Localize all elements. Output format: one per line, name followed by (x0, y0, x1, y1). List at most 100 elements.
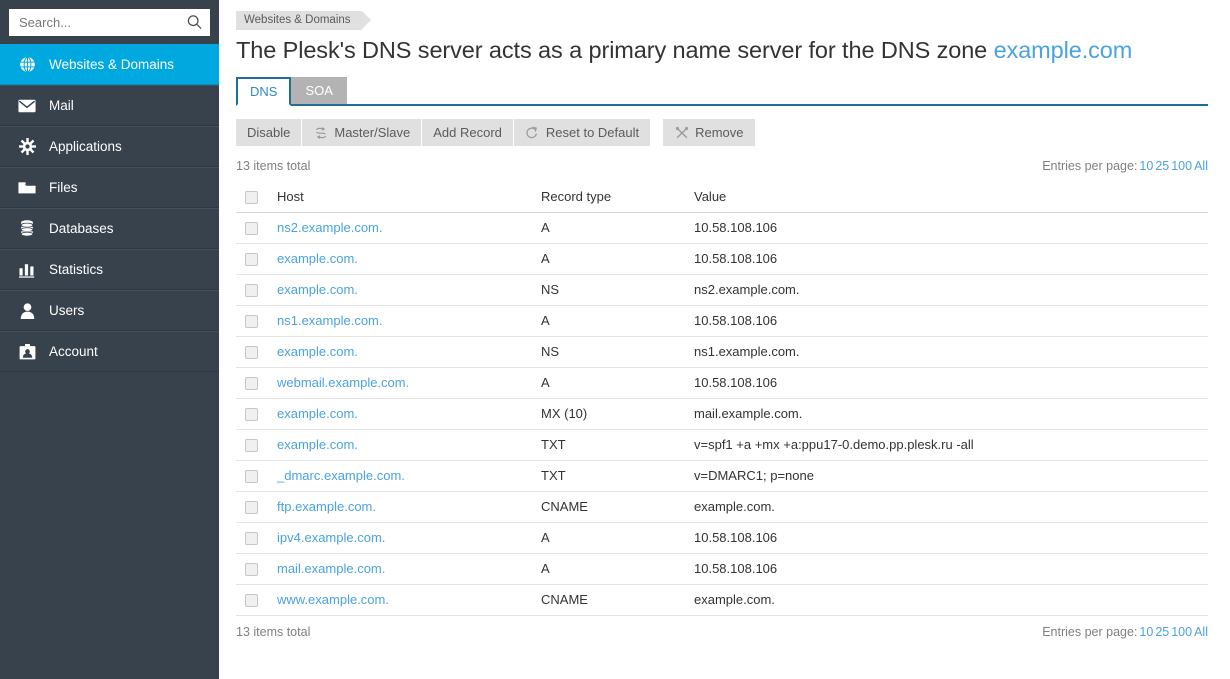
sidebar-item-users[interactable]: Users (0, 290, 219, 331)
entries-option-10[interactable]: 10 (1139, 159, 1153, 173)
host-link[interactable]: www.example.com. (277, 592, 389, 607)
row-checkbox[interactable] (245, 439, 258, 453)
add-record-button[interactable]: Add Record (422, 119, 513, 147)
row-checkbox[interactable] (245, 470, 258, 484)
row-checkbox[interactable] (245, 253, 258, 267)
row-select-cell (236, 553, 277, 585)
entries-option-10[interactable]: 10 (1139, 625, 1153, 639)
table-row: webmail.example.com. A 10.58.108.106 (236, 367, 1208, 399)
column-header-record-type[interactable]: Record type (541, 181, 694, 213)
host-link[interactable]: ns1.example.com. (277, 313, 383, 328)
row-checkbox[interactable] (245, 222, 258, 236)
row-select-cell (236, 429, 277, 461)
search-box[interactable] (9, 8, 210, 36)
host-link[interactable]: example.com. (277, 251, 358, 266)
host-link[interactable]: example.com. (277, 344, 358, 359)
entries-option-100[interactable]: 100 (1171, 159, 1192, 173)
sidebar-item-applications[interactable]: Applications (0, 126, 219, 167)
row-select-cell (236, 243, 277, 275)
master-slave-button[interactable]: Master/Slave (302, 119, 422, 147)
entries-option-100[interactable]: 100 (1171, 625, 1192, 639)
page-title: The Plesk's DNS server acts as a primary… (236, 28, 1208, 65)
sidebar: Websites & Domains Mail (0, 0, 219, 679)
host-link[interactable]: ipv4.example.com. (277, 530, 385, 545)
cell-record-type: MX (10) (541, 398, 694, 430)
row-checkbox[interactable] (245, 377, 258, 391)
cell-host: example.com. (277, 429, 541, 461)
sidebar-item-websites-domains[interactable]: Websites & Domains (0, 44, 219, 85)
row-checkbox[interactable] (245, 408, 258, 422)
tab-soa[interactable]: SOA (291, 77, 347, 105)
master-slave-button-label: Master/Slave (334, 125, 411, 141)
table-row: example.com. TXT v=spf1 +a +mx +a:ppu17-… (236, 429, 1208, 461)
sidebar-item-label: Account (49, 343, 98, 359)
table-header-row: Host Record type Value (236, 181, 1208, 213)
column-header-value[interactable]: Value (694, 181, 1208, 213)
row-checkbox[interactable] (245, 594, 258, 608)
row-checkbox[interactable] (245, 284, 258, 298)
search-icon[interactable] (187, 15, 202, 30)
refresh-icon (525, 125, 540, 140)
table-row: example.com. MX (10) mail.example.com. (236, 398, 1208, 430)
table-row: ipv4.example.com. A 10.58.108.106 (236, 522, 1208, 554)
tab-dns[interactable]: DNS (236, 77, 292, 107)
host-link[interactable]: _dmarc.example.com. (277, 468, 405, 483)
breadcrumb-item-websites-domains[interactable]: Websites & Domains (236, 11, 371, 30)
host-link[interactable]: mail.example.com. (277, 561, 385, 576)
sidebar-item-account[interactable]: Account (0, 331, 219, 372)
toolbar: Disable Master/Slave Add Record Reset to… (236, 119, 1208, 147)
column-header-host[interactable]: Host (277, 181, 541, 213)
sidebar-item-files[interactable]: Files (0, 167, 219, 208)
sidebar-item-label: Mail (49, 97, 74, 113)
row-checkbox[interactable] (245, 315, 258, 329)
sidebar-nav: Websites & Domains Mail Applications Fil… (0, 44, 219, 372)
cell-value: 10.58.108.106 (694, 522, 1208, 554)
cell-value: example.com. (694, 584, 1208, 616)
sidebar-item-statistics[interactable]: Statistics (0, 249, 219, 290)
dns-zone-link[interactable]: example.com (994, 37, 1133, 63)
cell-record-type: A (541, 367, 694, 399)
sidebar-item-databases[interactable]: Databases (0, 208, 219, 249)
remove-button-label: Remove (695, 125, 744, 141)
cell-value: v=DMARC1; p=none (694, 460, 1208, 492)
main-content: Websites & Domains The Plesk's DNS serve… (219, 0, 1230, 679)
reset-to-default-button[interactable]: Reset to Default (513, 119, 651, 147)
list-header-row: 13 items total Entries per page: 10 25 100 A… (236, 159, 1208, 173)
list-footer-row: 13 items total Entries per page: 10 25 100 A… (236, 625, 1208, 639)
table-row: www.example.com. CNAME example.com. (236, 584, 1208, 616)
items-total-top: 13 items total (236, 159, 311, 174)
select-all-checkbox[interactable] (245, 191, 258, 205)
table-row: example.com. NS ns1.example.com. (236, 336, 1208, 368)
entries-option-25[interactable]: 25 (1155, 159, 1169, 173)
row-select-cell (236, 367, 277, 399)
row-checkbox[interactable] (245, 532, 258, 546)
row-checkbox[interactable] (245, 501, 258, 515)
cell-host: ns1.example.com. (277, 305, 541, 337)
row-select-cell (236, 336, 277, 368)
host-link[interactable]: example.com. (277, 282, 358, 297)
search-input[interactable] (10, 9, 209, 35)
host-link[interactable]: ns2.example.com. (277, 220, 383, 235)
entries-option-25[interactable]: 25 (1155, 625, 1169, 639)
entries-option-all[interactable]: All (1194, 625, 1208, 639)
host-link[interactable]: example.com. (277, 437, 358, 452)
sidebar-item-mail[interactable]: Mail (0, 85, 219, 126)
remove-button[interactable]: Remove (663, 119, 755, 147)
table-row: _dmarc.example.com. TXT v=DMARC1; p=none (236, 460, 1208, 492)
host-link[interactable]: ftp.example.com. (277, 499, 376, 514)
dns-records-table: Host Record type Value ns2.example.com. … (236, 181, 1208, 616)
host-link[interactable]: example.com. (277, 406, 358, 421)
user-icon (16, 301, 38, 321)
disable-button[interactable]: Disable (236, 119, 302, 147)
row-checkbox[interactable] (245, 563, 258, 577)
row-checkbox[interactable] (245, 346, 258, 360)
row-select-cell (236, 522, 277, 554)
cell-value: mail.example.com. (694, 398, 1208, 430)
host-link[interactable]: webmail.example.com. (277, 375, 409, 390)
entries-option-all[interactable]: All (1194, 159, 1208, 173)
cell-value: 10.58.108.106 (694, 305, 1208, 337)
cell-host: www.example.com. (277, 584, 541, 616)
swap-arrows-icon (313, 125, 328, 140)
sidebar-item-label: Websites & Domains (49, 56, 175, 72)
cell-record-type: A (541, 243, 694, 275)
